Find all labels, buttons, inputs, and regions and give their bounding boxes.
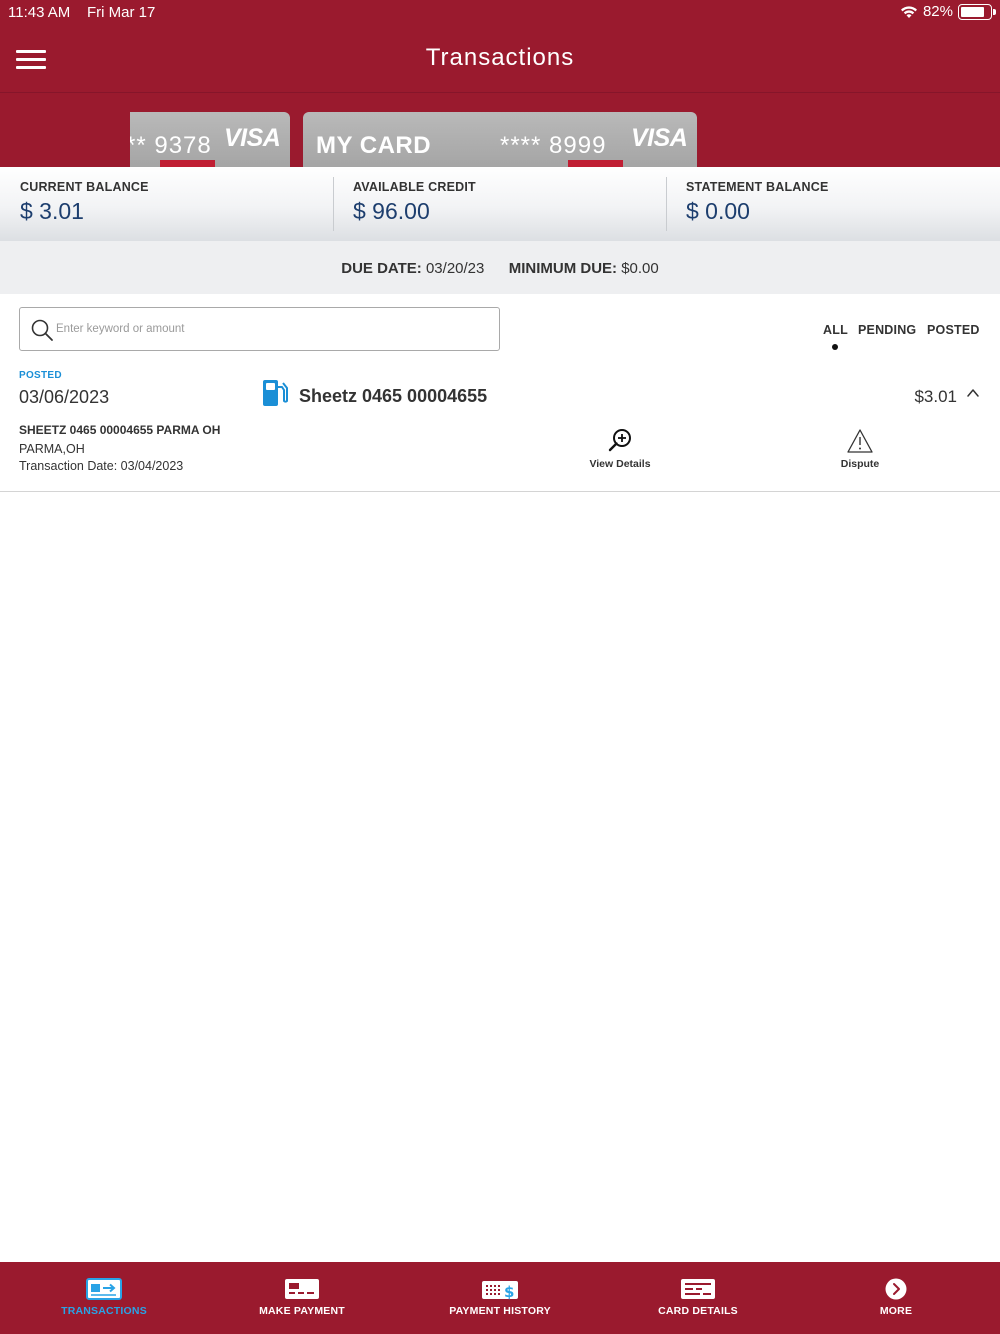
battery-level	[961, 6, 984, 17]
view-details-label: View Details	[589, 458, 651, 470]
search-box[interactable]	[19, 307, 500, 351]
current-balance-value: $ 3.01	[20, 198, 84, 224]
gas-pump-icon	[263, 380, 288, 406]
dispute-label: Dispute	[840, 458, 880, 470]
chevron-right-circle-icon	[885, 1278, 907, 1300]
status-time: 11:43 AM	[8, 4, 71, 21]
status-right: 82%	[900, 3, 996, 20]
tab-more[interactable]: MORE	[797, 1262, 995, 1334]
status-bar: 11:43 AM Fri Mar 17 82%	[0, 0, 1000, 26]
dispute-button[interactable]: Dispute	[805, 428, 915, 470]
svg-text:$: $	[504, 1283, 514, 1300]
page-title: Transactions	[425, 44, 575, 71]
tab-payment-history[interactable]: $ PAYMENT HISTORY	[401, 1262, 599, 1334]
filter-tab-pending[interactable]: PENDING	[858, 323, 916, 337]
card-number: **** 8999	[500, 132, 607, 159]
payment-card-icon	[285, 1279, 319, 1299]
magnify-plus-icon	[608, 429, 631, 452]
filter-tab-all[interactable]: ALL	[823, 323, 848, 337]
minimum-due-label: MINIMUM DUE:	[508, 260, 618, 277]
battery-icon	[958, 3, 996, 20]
search-icon	[31, 319, 53, 341]
balance-summary: CURRENT BALANCE $ 3.01 AVAILABLE CREDIT …	[0, 167, 1000, 241]
chevron-up-icon[interactable]	[966, 386, 980, 400]
status-date: Fri Mar 17	[87, 4, 156, 21]
wifi-icon	[900, 5, 917, 18]
transactions-icon	[86, 1278, 122, 1300]
transaction-amount: $3.01	[914, 387, 957, 406]
tab-card-details[interactable]: CARD DETAILS	[599, 1262, 797, 1334]
search-input[interactable]	[56, 308, 496, 350]
current-balance-label: CURRENT BALANCE	[20, 180, 149, 194]
tab-make-payment[interactable]: MAKE PAYMENT	[203, 1262, 401, 1334]
transaction-row[interactable]: POSTED 03/06/2023 Sheetz 0465 00004655 $…	[0, 362, 1000, 492]
due-date-bar: DUE DATE: 03/20/23 MINIMUM DUE: $0.00	[0, 241, 1000, 294]
available-credit-label: AVAILABLE CREDIT	[353, 180, 476, 194]
statement-balance-label: STATEMENT BALANCE	[686, 180, 829, 194]
tab-transactions-label: TRANSACTIONS	[61, 1305, 147, 1317]
transaction-date: Transaction Date: 03/04/2023	[19, 459, 184, 473]
due-date-label: DUE DATE:	[341, 260, 422, 277]
bottom-tab-bar: TRANSACTIONS MAKE PAYMENT $ PAYMENT HIST…	[0, 1262, 1000, 1334]
transaction-description: SHEETZ 0465 00004655 PARMA OH	[19, 423, 221, 437]
view-details-button[interactable]: View Details	[565, 428, 675, 470]
minimum-due-value: $0.00	[621, 260, 659, 277]
transaction-merchant: Sheetz 0465 00004655	[299, 386, 488, 406]
filter-tab-posted[interactable]: POSTED	[927, 323, 980, 337]
available-credit-value: $ 96.00	[353, 198, 430, 224]
card-carousel-item-2[interactable]: MY CARD **** 8999 VISA	[303, 112, 697, 167]
current-balance: CURRENT BALANCE $ 3.01	[0, 167, 333, 241]
tab-payment-history-label: PAYMENT HISTORY	[449, 1305, 551, 1317]
payment-history-icon: $	[482, 1281, 518, 1300]
statement-balance-value: $ 0.00	[686, 198, 750, 224]
visa-logo: VISA	[224, 124, 281, 152]
card-details-icon	[681, 1279, 715, 1299]
app-header: 11:43 AM Fri Mar 17 82% Transactions ** …	[0, 0, 1000, 167]
warning-icon	[847, 429, 873, 453]
tab-make-payment-label: MAKE PAYMENT	[259, 1305, 345, 1317]
battery-percent: 82%	[922, 3, 953, 20]
available-credit: AVAILABLE CREDIT $ 96.00	[333, 167, 666, 241]
tab-card-details-label: CARD DETAILS	[658, 1305, 738, 1317]
due-date-value: 03/20/23	[425, 260, 485, 277]
card-name: MY CARD	[316, 132, 432, 159]
tab-more-label: MORE	[879, 1305, 913, 1317]
card-carousel-item-1[interactable]: ** 9378 VISA	[130, 112, 290, 167]
card-number: ** 9378	[130, 132, 212, 159]
tab-transactions[interactable]: TRANSACTIONS	[5, 1262, 203, 1334]
transaction-post-date: 03/06/2023	[19, 387, 110, 407]
selected-filter-indicator	[832, 344, 838, 350]
transaction-location: PARMA,OH	[19, 442, 85, 456]
visa-logo: VISA	[631, 124, 688, 152]
statement-balance: STATEMENT BALANCE $ 0.00	[666, 167, 1000, 241]
transaction-status: POSTED	[19, 370, 62, 381]
